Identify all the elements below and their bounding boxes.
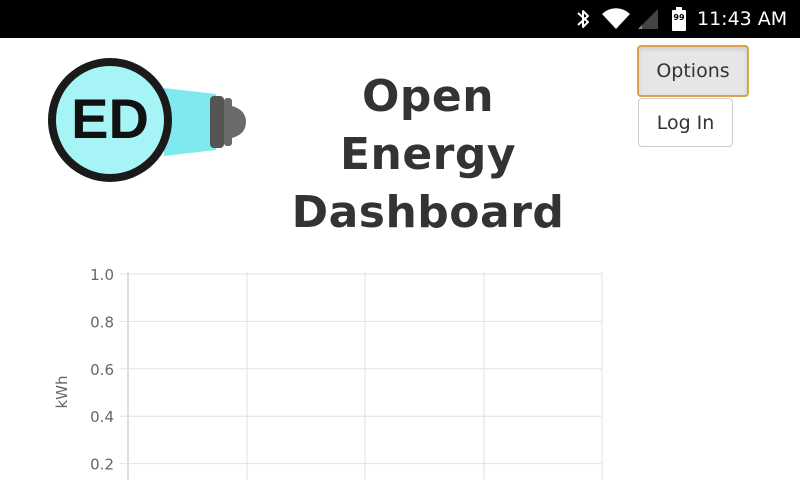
battery-level: 99 <box>673 13 685 22</box>
chart-svg: 1.0 0.8 0.6 0.4 0.2 kWh <box>53 266 603 480</box>
title-line-1: Open <box>361 71 495 122</box>
y-axis-label: kWh <box>53 375 71 408</box>
y-tick-label: 0.2 <box>90 456 114 474</box>
options-button[interactable]: Options <box>637 45 749 97</box>
wifi-icon <box>601 0 631 38</box>
signal-icon <box>636 0 660 38</box>
login-button[interactable]: Log In <box>638 98 733 147</box>
status-time: 11:43 AM <box>697 8 788 30</box>
logo-text: ED <box>71 87 149 150</box>
status-bar: 99 11:43 AM <box>0 0 800 38</box>
y-tick-label: 0.4 <box>90 408 114 426</box>
title-line-3: Dashboard <box>291 187 565 238</box>
bluetooth-icon <box>572 0 594 38</box>
title-line-2: Energy <box>339 129 517 180</box>
energy-chart: 1.0 0.8 0.6 0.4 0.2 kWh <box>40 255 620 480</box>
logo: ED <box>44 52 250 192</box>
y-tick-label: 0.8 <box>90 313 114 331</box>
y-tick-label: 0.6 <box>90 361 114 379</box>
page-title: Open Energy Dashboard <box>278 68 578 242</box>
y-tick-label: 1.0 <box>90 266 114 284</box>
battery-icon: 99 <box>671 0 687 38</box>
